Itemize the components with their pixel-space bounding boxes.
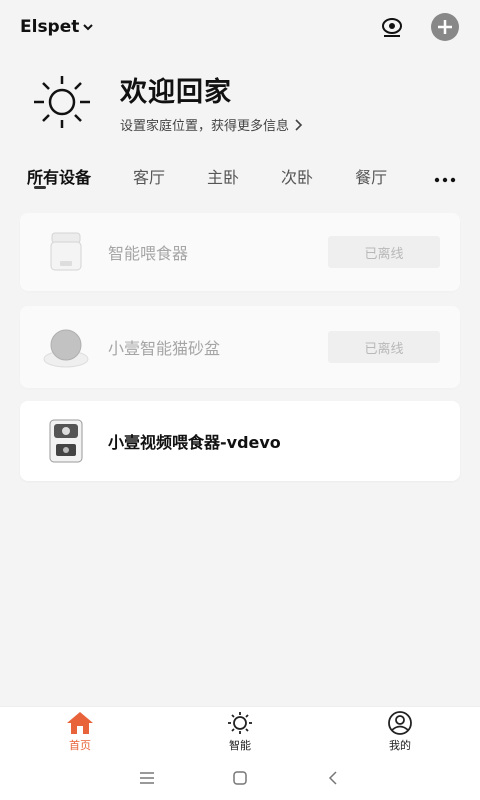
home-switcher[interactable]: Elspet [20, 17, 94, 37]
home-icon [67, 711, 93, 734]
feeder-icon [38, 224, 94, 280]
eye-camera-icon[interactable] [380, 15, 404, 39]
tab-indicator [34, 186, 46, 189]
welcome-banner[interactable]: 欢迎回家 设置家庭位置，获得更多信息 [28, 70, 303, 134]
more-dots-icon[interactable] [434, 168, 456, 187]
chevron-right-icon [295, 118, 303, 131]
home-name: Elspet [20, 17, 80, 37]
device-name: 小壹视频喂食器-vdevo [108, 433, 281, 452]
system-nav-bar [0, 756, 480, 800]
sun-icon [34, 76, 90, 128]
device-name: 智能喂食器 [108, 244, 189, 263]
menu-icon[interactable] [127, 758, 167, 798]
device-card[interactable]: 小壹智能猫砂盆 已离线 [20, 306, 460, 388]
chevron-down-icon [83, 24, 94, 31]
tab-second-bedroom[interactable]: 次卧 [281, 164, 313, 188]
home-square-icon[interactable] [220, 758, 260, 798]
tab-master-bedroom[interactable]: 主卧 [207, 164, 239, 188]
room-tabs: 所有设备 客厅 主卧 次卧 餐厅 [0, 156, 480, 196]
welcome-text: 欢迎回家 设置家庭位置，获得更多信息 [120, 70, 303, 134]
nav-profile[interactable]: 我的 [360, 710, 440, 753]
nav-home[interactable]: 首页 [40, 711, 120, 753]
nav-home-label: 首页 [69, 738, 91, 752]
device-card[interactable]: 智能喂食器 已离线 [20, 213, 460, 291]
device-name: 小壹智能猫砂盆 [108, 339, 221, 358]
video-feeder-icon [38, 413, 94, 469]
plus-circle-icon[interactable] [430, 12, 460, 42]
tab-living-room[interactable]: 客厅 [133, 164, 165, 188]
offline-status: 已离线 [328, 331, 440, 363]
top-bar: Elspet [0, 0, 480, 54]
smart-sun-icon [228, 711, 252, 734]
nav-smart-label: 智能 [229, 738, 251, 752]
welcome-subtitle[interactable]: 设置家庭位置，获得更多信息 [120, 115, 303, 134]
back-icon[interactable] [313, 758, 353, 798]
litter-box-icon [38, 319, 94, 375]
nav-profile-label: 我的 [389, 738, 411, 752]
tab-dining-room[interactable]: 餐厅 [355, 164, 387, 188]
bottom-nav: 首页 智能 我的 [0, 706, 480, 756]
top-actions [380, 12, 460, 42]
tab-all-devices[interactable]: 所有设备 [27, 164, 91, 188]
offline-status: 已离线 [328, 236, 440, 268]
welcome-subtitle-text: 设置家庭位置，获得更多信息 [120, 119, 290, 134]
device-card[interactable]: 小壹视频喂食器-vdevo [20, 401, 460, 481]
welcome-title: 欢迎回家 [120, 77, 232, 108]
nav-smart[interactable]: 智能 [200, 711, 280, 753]
profile-icon [388, 710, 412, 735]
